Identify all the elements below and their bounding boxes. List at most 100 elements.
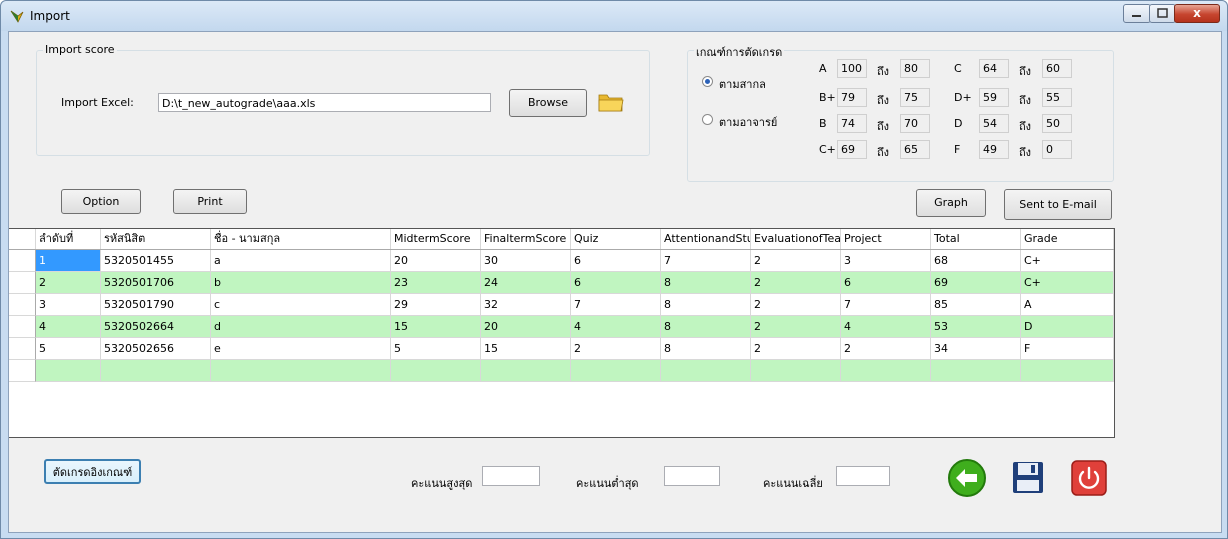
- table-cell[interactable]: [391, 360, 481, 382]
- option-button[interactable]: Option: [61, 189, 141, 214]
- table-row[interactable]: 1 5320501455 a 20 30 6 7 2 3 68 C+: [9, 250, 1114, 272]
- table-cell[interactable]: a: [211, 250, 391, 272]
- table-cell[interactable]: A: [1021, 294, 1114, 316]
- table-cell[interactable]: 4: [571, 316, 661, 338]
- table-cell[interactable]: D: [1021, 316, 1114, 338]
- grade-d-to[interactable]: 50: [1042, 114, 1072, 133]
- column-header[interactable]: ชื่อ - นามสกุล: [211, 229, 391, 249]
- table-cell[interactable]: 5: [391, 338, 481, 360]
- table-cell[interactable]: [931, 360, 1021, 382]
- table-cell[interactable]: 7: [571, 294, 661, 316]
- table-cell[interactable]: 2: [571, 338, 661, 360]
- table-cell[interactable]: 30: [481, 250, 571, 272]
- min-score-input[interactable]: [664, 466, 720, 486]
- table-row[interactable]: 3 5320501790 c 29 32 7 8 2 7 85 A: [9, 294, 1114, 316]
- row-header[interactable]: [9, 338, 36, 360]
- minimize-button[interactable]: [1123, 4, 1151, 23]
- column-header[interactable]: ลำดับที่: [36, 229, 101, 249]
- table-cell[interactable]: b: [211, 272, 391, 294]
- table-cell[interactable]: 6: [571, 250, 661, 272]
- grade-bplus-to[interactable]: 75: [900, 88, 930, 107]
- grade-c-from[interactable]: 64: [979, 59, 1009, 78]
- power-icon[interactable]: [1071, 460, 1107, 496]
- table-cell[interactable]: d: [211, 316, 391, 338]
- table-cell[interactable]: e: [211, 338, 391, 360]
- table-cell[interactable]: 29: [391, 294, 481, 316]
- table-cell[interactable]: 15: [481, 338, 571, 360]
- grade-b-from[interactable]: 74: [837, 114, 867, 133]
- table-cell[interactable]: 1: [36, 250, 101, 272]
- grade-a-from[interactable]: 100: [837, 59, 867, 78]
- row-header[interactable]: [9, 360, 36, 382]
- table-cell[interactable]: [481, 360, 571, 382]
- row-header[interactable]: [9, 294, 36, 316]
- table-cell[interactable]: 8: [661, 316, 751, 338]
- table-cell[interactable]: 2: [751, 316, 841, 338]
- table-cell[interactable]: 85: [931, 294, 1021, 316]
- column-header[interactable]: MidtermScore: [391, 229, 481, 249]
- table-cell[interactable]: 23: [391, 272, 481, 294]
- table-cell[interactable]: 7: [841, 294, 931, 316]
- table-cell[interactable]: 2: [751, 294, 841, 316]
- grade-f-from[interactable]: 49: [979, 140, 1009, 159]
- folder-icon[interactable]: [598, 91, 624, 113]
- column-header[interactable]: EvaluationofTeac: [751, 229, 841, 249]
- row-header[interactable]: [9, 272, 36, 294]
- graph-button[interactable]: Graph: [916, 189, 986, 217]
- score-grid[interactable]: ลำดับที่ รหัสนิสิต ชื่อ - นามสกุล Midter…: [9, 228, 1115, 438]
- grade-a-to[interactable]: 80: [900, 59, 930, 78]
- table-cell[interactable]: [751, 360, 841, 382]
- table-cell[interactable]: 7: [661, 250, 751, 272]
- table-cell[interactable]: 2: [751, 272, 841, 294]
- table-cell[interactable]: 4: [841, 316, 931, 338]
- grade-d-from[interactable]: 54: [979, 114, 1009, 133]
- table-cell[interactable]: [1021, 360, 1114, 382]
- table-cell[interactable]: 8: [661, 272, 751, 294]
- column-header[interactable]: AttentionandStud: [661, 229, 751, 249]
- print-button[interactable]: Print: [173, 189, 247, 214]
- table-cell[interactable]: C+: [1021, 272, 1114, 294]
- grade-cplus-from[interactable]: 69: [837, 140, 867, 159]
- table-cell[interactable]: 2: [841, 338, 931, 360]
- table-cell[interactable]: 68: [931, 250, 1021, 272]
- table-cell[interactable]: c: [211, 294, 391, 316]
- table-cell[interactable]: 20: [391, 250, 481, 272]
- table-cell[interactable]: 6: [571, 272, 661, 294]
- radio-standard[interactable]: [702, 76, 713, 87]
- table-cell[interactable]: [36, 360, 101, 382]
- column-header[interactable]: Project: [841, 229, 931, 249]
- table-cell[interactable]: 3: [36, 294, 101, 316]
- grade-dplus-to[interactable]: 55: [1042, 88, 1072, 107]
- file-path-input[interactable]: D:\t_new_autograde\aaa.xls: [158, 93, 491, 112]
- table-cell[interactable]: 5320502656: [101, 338, 211, 360]
- table-cell[interactable]: 53: [931, 316, 1021, 338]
- new-row[interactable]: [9, 360, 1114, 382]
- table-cell[interactable]: 32: [481, 294, 571, 316]
- grade-b-to[interactable]: 70: [900, 114, 930, 133]
- table-cell[interactable]: 34: [931, 338, 1021, 360]
- back-arrow-icon[interactable]: [947, 458, 987, 498]
- grade-f-to[interactable]: 0: [1042, 140, 1072, 159]
- column-header[interactable]: Grade: [1021, 229, 1114, 249]
- table-row[interactable]: 4 5320502664 d 15 20 4 8 2 4 53 D: [9, 316, 1114, 338]
- avg-score-input[interactable]: [836, 466, 890, 486]
- table-cell[interactable]: [571, 360, 661, 382]
- table-cell[interactable]: 8: [661, 294, 751, 316]
- grade-bplus-from[interactable]: 79: [837, 88, 867, 107]
- send-email-button[interactable]: Sent to E-mail: [1004, 189, 1112, 220]
- table-cell[interactable]: C+: [1021, 250, 1114, 272]
- table-cell[interactable]: 2: [36, 272, 101, 294]
- column-header[interactable]: Total: [931, 229, 1021, 249]
- cut-grade-button[interactable]: ตัดเกรดอิงเกณฑ์: [44, 459, 141, 484]
- column-header[interactable]: FinaltermScore: [481, 229, 571, 249]
- table-cell[interactable]: 6: [841, 272, 931, 294]
- table-cell[interactable]: 8: [661, 338, 751, 360]
- grade-cplus-to[interactable]: 65: [900, 140, 930, 159]
- table-row[interactable]: 2 5320501706 b 23 24 6 8 2 6 69 C+: [9, 272, 1114, 294]
- table-cell[interactable]: 24: [481, 272, 571, 294]
- browse-button[interactable]: Browse: [509, 89, 587, 117]
- table-cell[interactable]: 20: [481, 316, 571, 338]
- table-cell[interactable]: [661, 360, 751, 382]
- table-cell[interactable]: 5320501706: [101, 272, 211, 294]
- table-cell[interactable]: 3: [841, 250, 931, 272]
